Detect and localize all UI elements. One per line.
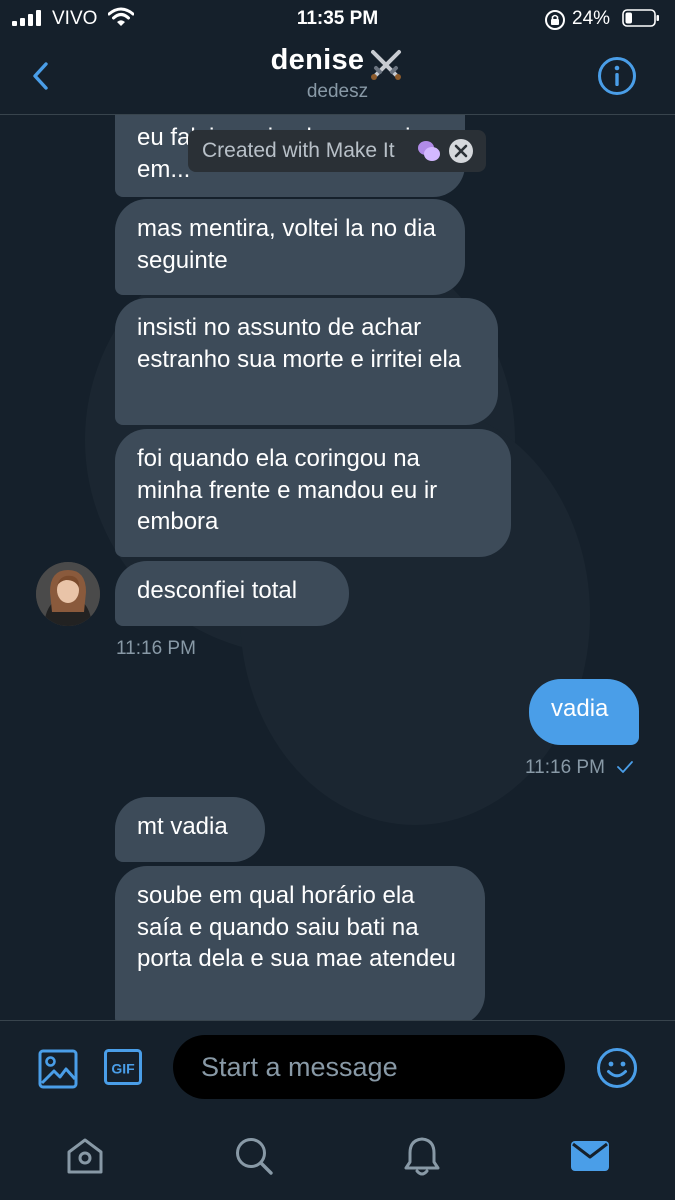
tab-bar	[0, 1115, 675, 1200]
emoji-button[interactable]	[596, 1047, 638, 1089]
message-bubble-received[interactable]: soube em qual horário ela saía e quando …	[115, 866, 485, 1020]
close-icon[interactable]	[448, 138, 474, 164]
message-thread[interactable]: eu falei que ia almoçar e ir em... Creat…	[0, 115, 675, 1020]
avatar-image	[36, 562, 100, 626]
battery-icon	[622, 9, 659, 27]
status-bar: VIVO 11:35 PM 24%	[0, 0, 675, 38]
tab-search[interactable]	[233, 1135, 275, 1177]
orientation-lock-icon	[545, 10, 565, 30]
battery-percent: 24%	[572, 8, 611, 29]
gif-label: GIF	[111, 1061, 135, 1077]
gif-icon: GIF	[104, 1049, 142, 1085]
conversation-header: denise dedesz	[0, 38, 675, 115]
message-composer: GIF	[0, 1020, 675, 1116]
tab-home[interactable]	[64, 1135, 106, 1177]
message-input[interactable]	[173, 1035, 565, 1099]
message-bubble-sent[interactable]: vadia	[529, 679, 639, 745]
message-bubble-received[interactable]: insisti no assunto de achar estranho sua…	[115, 298, 498, 425]
message-timestamp: 11:16 PM	[525, 757, 634, 779]
speech-bubbles-icon	[418, 141, 440, 161]
home-icon	[67, 1138, 103, 1174]
image-icon	[38, 1049, 78, 1089]
tab-messages[interactable]	[569, 1135, 611, 1177]
message-timestamp: 11:16 PM	[116, 638, 196, 659]
search-icon	[236, 1138, 273, 1175]
read-check-icon	[617, 761, 634, 773]
avatar[interactable]	[36, 562, 100, 626]
crossed-swords-icon	[371, 49, 402, 80]
conversation-title-block[interactable]: denise dedesz	[0, 44, 675, 103]
tab-notifications[interactable]	[401, 1135, 443, 1177]
gif-button[interactable]: GIF	[104, 1049, 142, 1085]
info-icon	[598, 57, 636, 95]
message-timestamp-text: 11:16 PM	[525, 757, 605, 778]
info-button[interactable]	[597, 56, 637, 96]
notifications-icon	[404, 1137, 440, 1176]
message-bubble-received[interactable]: foi quando ela coringou na minha frente …	[115, 429, 511, 557]
messages-icon	[571, 1141, 609, 1171]
emoji-icon	[597, 1048, 637, 1088]
message-bubble-received[interactable]: mt vadia	[115, 797, 265, 862]
made-with-overlay: Created with Make It	[188, 130, 486, 172]
message-bubble-received[interactable]: desconfiei total	[115, 561, 349, 626]
conversation-username: dedesz	[306, 80, 369, 102]
conversation-title: denise	[270, 44, 365, 76]
made-with-text: Created with Make It	[202, 139, 395, 162]
image-button[interactable]	[38, 1049, 78, 1089]
message-bubble-received[interactable]: mas mentira, voltei la no dia seguinte	[115, 199, 465, 295]
